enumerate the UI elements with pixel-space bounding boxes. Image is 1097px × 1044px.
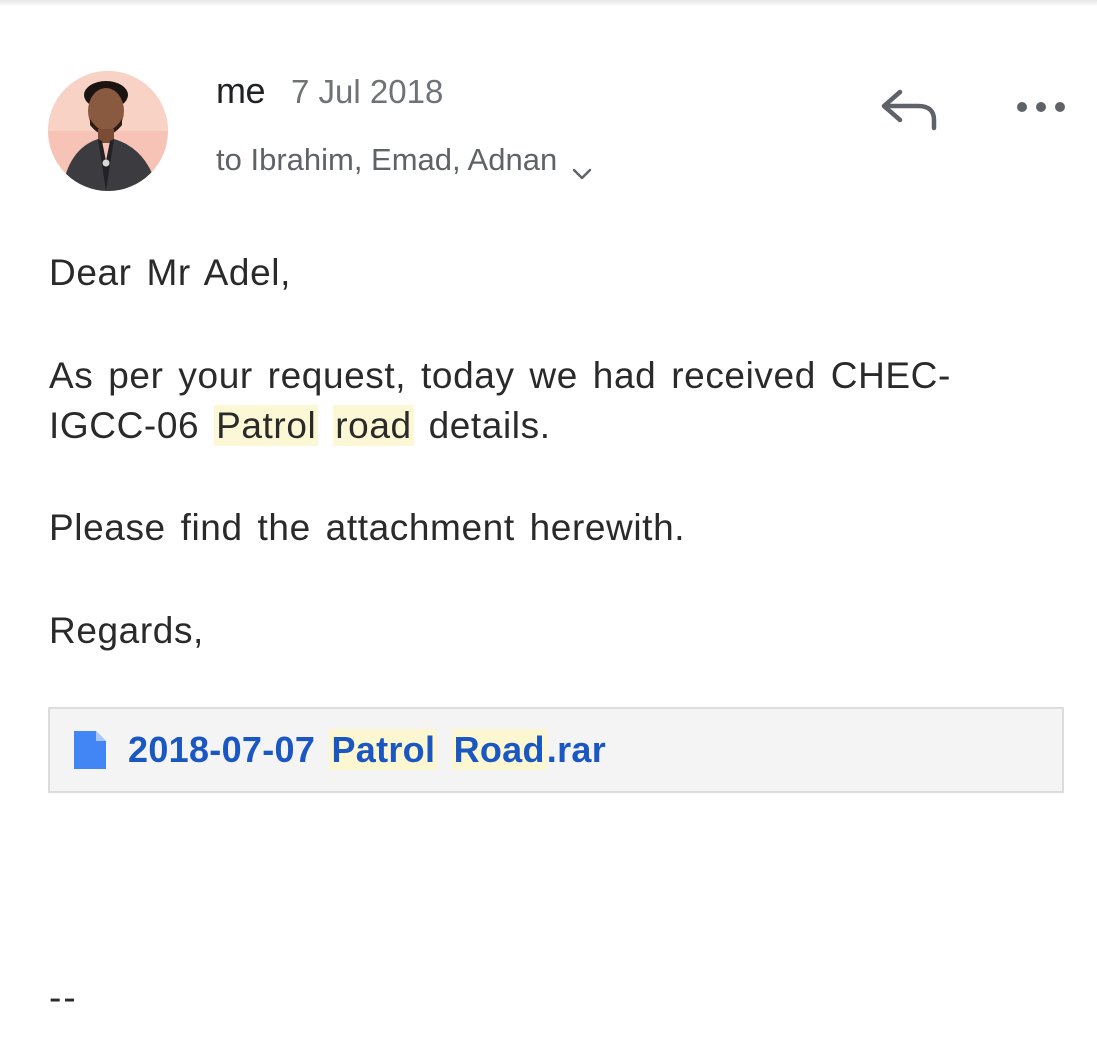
sender-line: me 7 Jul 2018 [216,70,443,114]
top-divider [0,0,1097,6]
reply-icon [878,89,940,138]
greeting-paragraph: Dear Mr Adel, [49,252,291,293]
search-highlight: Road [451,729,547,770]
chevron-down-icon [571,153,593,180]
attachment-name-suffix: .rar [546,729,607,770]
regards-paragraph: Regards, [49,610,204,651]
more-options-button[interactable] [1012,92,1072,122]
more-horizontal-icon [1012,102,1072,126]
sender-name[interactable]: me [216,70,266,112]
recipients-label: to Ibrahim, Emad, Adnan [216,142,558,177]
search-highlight: Patrol [214,405,319,446]
file-icon [72,729,108,771]
reply-button[interactable] [878,84,940,134]
attachment-chip[interactable]: 2018-07-07 Patrol Road.rar [48,707,1064,793]
search-highlight: Patrol [329,729,438,770]
attachment-link[interactable]: 2018-07-07 Patrol Road.rar [128,729,606,771]
recipients-toggle[interactable]: to Ibrahim, Emad, Adnan [216,140,593,180]
attachment-note-paragraph: Please find the attachment herewith. [49,507,686,548]
sent-date: 7 Jul 2018 [291,73,444,110]
search-highlight: road [333,405,414,446]
signature-separator: -- [49,977,78,1018]
email-view: me 7 Jul 2018 to Ibrahim, Emad, Adnan De… [0,0,1097,1044]
request-paragraph: As per your request, today we had receiv… [49,351,1049,451]
request-text-end: details. [413,405,551,446]
attachment-name-prefix: 2018-07-07 [128,729,330,770]
avatar[interactable] [48,71,168,191]
